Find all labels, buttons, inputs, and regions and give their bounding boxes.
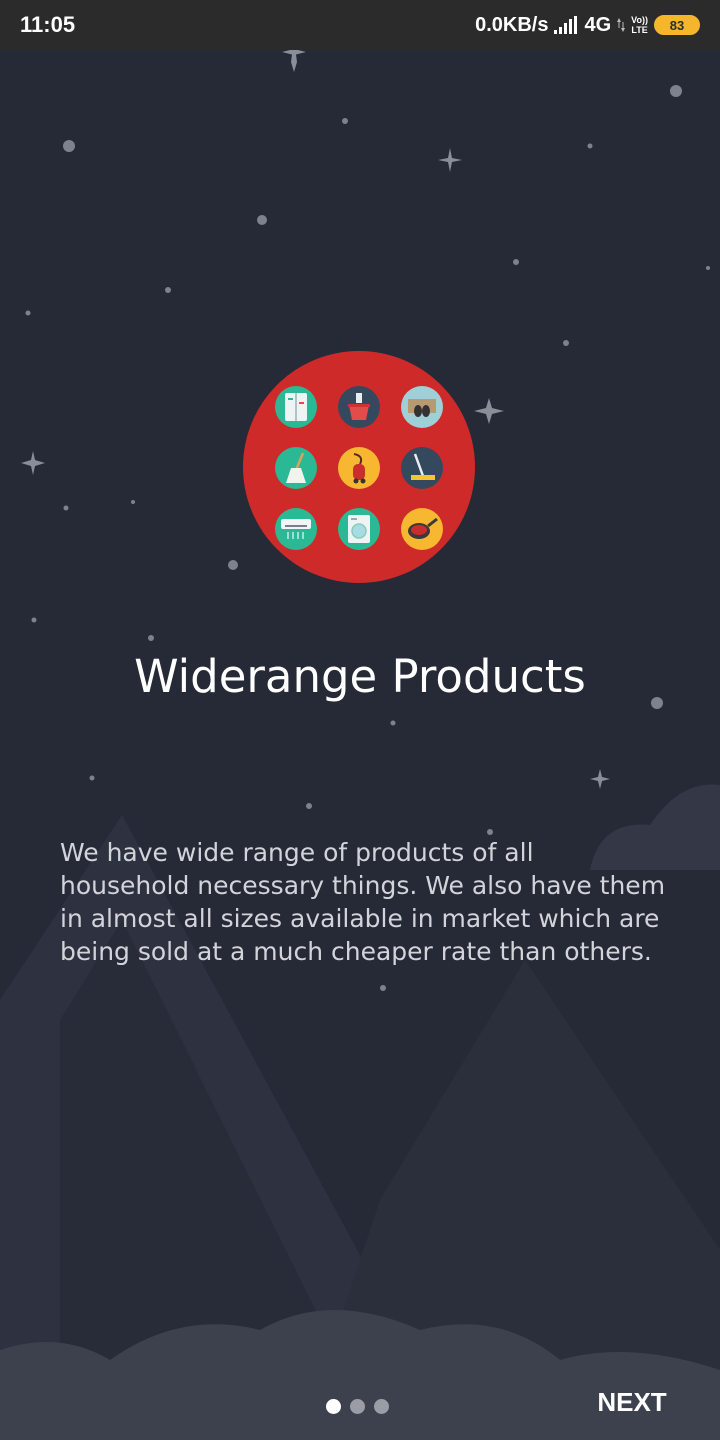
mop-icon xyxy=(401,447,443,489)
vacuum-cleaner-icon xyxy=(338,447,380,489)
battery-level: 83 xyxy=(669,17,685,33)
network-speed: 0.0KB/s xyxy=(475,13,549,36)
washing-machine-icon xyxy=(338,508,380,550)
night-sky-background xyxy=(0,0,720,1440)
page-dot-3[interactable] xyxy=(374,1399,389,1414)
status-bar: 11:05 0.0KB/s 4G Vo)) LTE 83 xyxy=(0,0,720,50)
broom-icon xyxy=(275,447,317,489)
fridge-icon xyxy=(275,386,317,428)
page-indicator xyxy=(326,1399,389,1414)
onboarding-title: Widerange Products xyxy=(134,650,586,703)
signal-icon xyxy=(554,16,578,34)
air-conditioner-icon xyxy=(275,508,317,550)
data-arrows-icon xyxy=(617,18,626,32)
next-button[interactable]: NEXT xyxy=(586,1380,678,1424)
hero-illustration xyxy=(243,351,475,583)
cleaning-bucket-icon xyxy=(338,386,380,428)
page-dot-2[interactable] xyxy=(350,1399,365,1414)
volte-icon: Vo)) LTE xyxy=(631,15,648,35)
frying-pan-icon xyxy=(401,508,443,550)
doormat-icon xyxy=(401,386,443,428)
page-dot-1[interactable] xyxy=(326,1399,341,1414)
status-time: 11:05 xyxy=(20,12,76,37)
battery-icon: 83 xyxy=(654,15,700,35)
status-icons: 0.0KB/s 4G Vo)) LTE 83 xyxy=(475,14,700,37)
network-type: 4G xyxy=(584,13,612,36)
onboarding-description: We have wide range of products of all ho… xyxy=(60,838,666,966)
